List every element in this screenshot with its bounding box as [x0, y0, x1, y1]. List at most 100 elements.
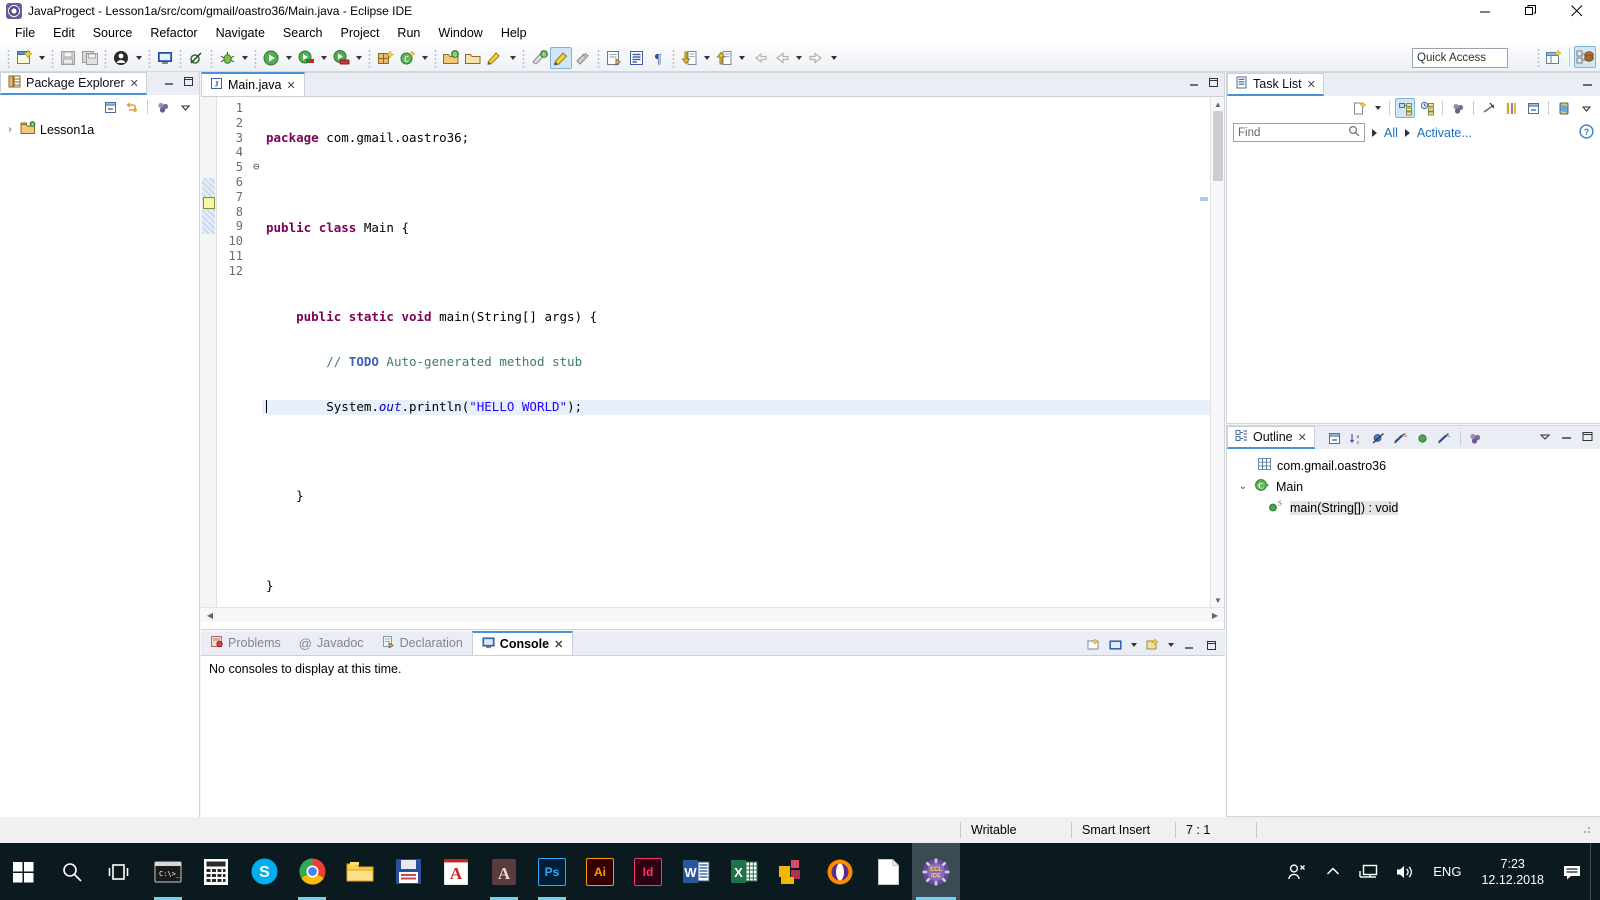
close-tab-icon[interactable]: ✕: [287, 79, 296, 92]
user-dropdown-icon[interactable]: [132, 47, 145, 69]
menu-search[interactable]: Search: [274, 24, 332, 42]
run-dropdown-icon[interactable]: [282, 47, 295, 69]
editor-horizontal-scrollbar[interactable]: ◀ ▶: [201, 607, 1224, 622]
action-center-icon[interactable]: [1554, 843, 1590, 900]
help-icon[interactable]: ?: [1579, 123, 1594, 142]
back-icon[interactable]: [770, 47, 792, 69]
open-task-icon[interactable]: [462, 47, 484, 69]
excel-icon[interactable]: X: [720, 843, 768, 900]
fold-marker-method[interactable]: ⊖: [249, 160, 262, 175]
scroll-right-arrow-icon[interactable]: ▶: [1208, 608, 1222, 622]
view-menu-icon[interactable]: [1576, 98, 1596, 118]
tab-main-java[interactable]: J Main.java ✕: [201, 72, 305, 96]
menu-run[interactable]: Run: [388, 24, 429, 42]
command-prompt-icon[interactable]: C:\>_: [144, 843, 192, 900]
search-icon[interactable]: [1348, 125, 1360, 140]
new-task-icon[interactable]: [1349, 98, 1369, 118]
export-icon[interactable]: [603, 47, 625, 69]
toolbar-grip[interactable]: [103, 47, 108, 68]
eclipse-icon[interactable]: ECL IDE: [912, 843, 960, 900]
tab-package-explorer[interactable]: Package Explorer ✕: [0, 72, 147, 95]
illustrator-icon[interactable]: Ai: [576, 843, 624, 900]
externalize-strings-icon[interactable]: [572, 47, 594, 69]
hide-nonpublic-icon[interactable]: [1413, 428, 1433, 448]
close-tab-icon[interactable]: ✕: [130, 77, 139, 90]
maximize-console-button[interactable]: [1201, 635, 1221, 655]
open-type-icon[interactable]: G: [440, 47, 462, 69]
show-desktop-button[interactable]: [1590, 843, 1600, 900]
view-menu-icon[interactable]: [175, 97, 195, 117]
minimize-console-button[interactable]: [1179, 635, 1199, 655]
acrobat-dc-icon[interactable]: A: [480, 843, 528, 900]
hide-local-types-icon[interactable]: L: [1435, 428, 1455, 448]
filter-all-arrow-icon[interactable]: [1372, 128, 1377, 137]
opera-icon[interactable]: [816, 843, 864, 900]
tree-item-lesson1a[interactable]: › J Lesson1a: [0, 119, 199, 140]
source-text[interactable]: package com.gmail.oastro36; public class…: [262, 97, 1224, 607]
coverage-icon[interactable]: [295, 47, 317, 69]
skype-icon[interactable]: S: [240, 843, 288, 900]
toolbar-grip[interactable]: [50, 47, 55, 68]
scroll-down-arrow-icon[interactable]: ▼: [1211, 593, 1224, 607]
close-tab-icon[interactable]: ✕: [554, 638, 563, 651]
debug-dropdown-icon[interactable]: [238, 47, 251, 69]
folding-ruler[interactable]: ⊖: [249, 97, 262, 607]
toggle-mark-occurrences-icon[interactable]: [484, 47, 506, 69]
overview-ruler-mark[interactable]: [1200, 197, 1208, 201]
marker-ruler[interactable]: [201, 97, 217, 607]
maximize-outline-button[interactable]: [1581, 430, 1594, 446]
expand-arrow-icon[interactable]: ›: [4, 124, 16, 135]
show-whitespace-icon[interactable]: [625, 47, 647, 69]
open-console-icon[interactable]: [154, 47, 176, 69]
menu-source[interactable]: Source: [84, 24, 142, 42]
forward-icon[interactable]: [805, 47, 827, 69]
toolbar-grip[interactable]: [1536, 47, 1541, 67]
outline-item-class[interactable]: ⌄ C Main: [1227, 476, 1600, 497]
sticky-notes-icon[interactable]: [768, 843, 816, 900]
skip-breakpoints-icon[interactable]: [185, 47, 207, 69]
minimize-outline-button[interactable]: [1560, 430, 1573, 446]
activate-link[interactable]: Activate...: [1417, 126, 1472, 140]
console-dropdown-icon[interactable]: [1127, 634, 1140, 656]
language-indicator[interactable]: ENG: [1423, 864, 1471, 879]
toolbar-grip[interactable]: [671, 47, 676, 68]
new-class-dropdown-icon[interactable]: [418, 47, 431, 69]
focus-icon[interactable]: [1479, 98, 1499, 118]
new-java-package-icon[interactable]: [374, 47, 396, 69]
toolbar-grip[interactable]: [521, 47, 526, 68]
view-menu-dots-icon[interactable]: [153, 97, 173, 117]
open-perspective-icon[interactable]: [1543, 46, 1565, 68]
next-annotation-icon[interactable]: [678, 47, 700, 69]
scroll-thumb[interactable]: [1213, 111, 1223, 181]
filter-all-link[interactable]: All: [1384, 126, 1398, 140]
toolbar-grip[interactable]: [596, 47, 601, 68]
debug-icon[interactable]: [216, 47, 238, 69]
run-icon[interactable]: [260, 47, 282, 69]
menu-file[interactable]: File: [6, 24, 44, 42]
maximize-editor-button[interactable]: [1207, 76, 1220, 92]
volume-icon[interactable]: [1387, 843, 1423, 900]
menu-window[interactable]: Window: [429, 24, 491, 42]
new-wizard-icon[interactable]: [13, 47, 35, 69]
calculator-icon[interactable]: [192, 843, 240, 900]
new-wizard-dropdown-icon[interactable]: [35, 47, 48, 69]
close-tab-icon[interactable]: ✕: [1298, 431, 1307, 444]
display-selected-console-icon[interactable]: [1105, 635, 1125, 655]
save-icon[interactable]: [57, 47, 79, 69]
search-icon[interactable]: [48, 843, 96, 900]
activate-arrow-icon[interactable]: [1404, 128, 1410, 137]
save-app-icon[interactable]: [384, 843, 432, 900]
coverage-dropdown-icon[interactable]: [317, 47, 330, 69]
photoshop-icon[interactable]: Ps: [528, 843, 576, 900]
collapse-all-icon[interactable]: [1523, 98, 1543, 118]
outline-item-package[interactable]: com.gmail.oastro36: [1227, 455, 1600, 476]
minimize-view-button[interactable]: [163, 75, 176, 91]
people-icon[interactable]: [1279, 843, 1315, 900]
pin-console-icon[interactable]: [1142, 635, 1162, 655]
pilcrow-icon[interactable]: ¶: [647, 47, 669, 69]
notepad-icon[interactable]: [864, 843, 912, 900]
tab-problems[interactable]: Problems: [201, 631, 290, 655]
next-annotation-dropdown-icon[interactable]: [700, 47, 713, 69]
hide-static-icon[interactable]: S: [1391, 428, 1411, 448]
chrome-icon[interactable]: [288, 843, 336, 900]
